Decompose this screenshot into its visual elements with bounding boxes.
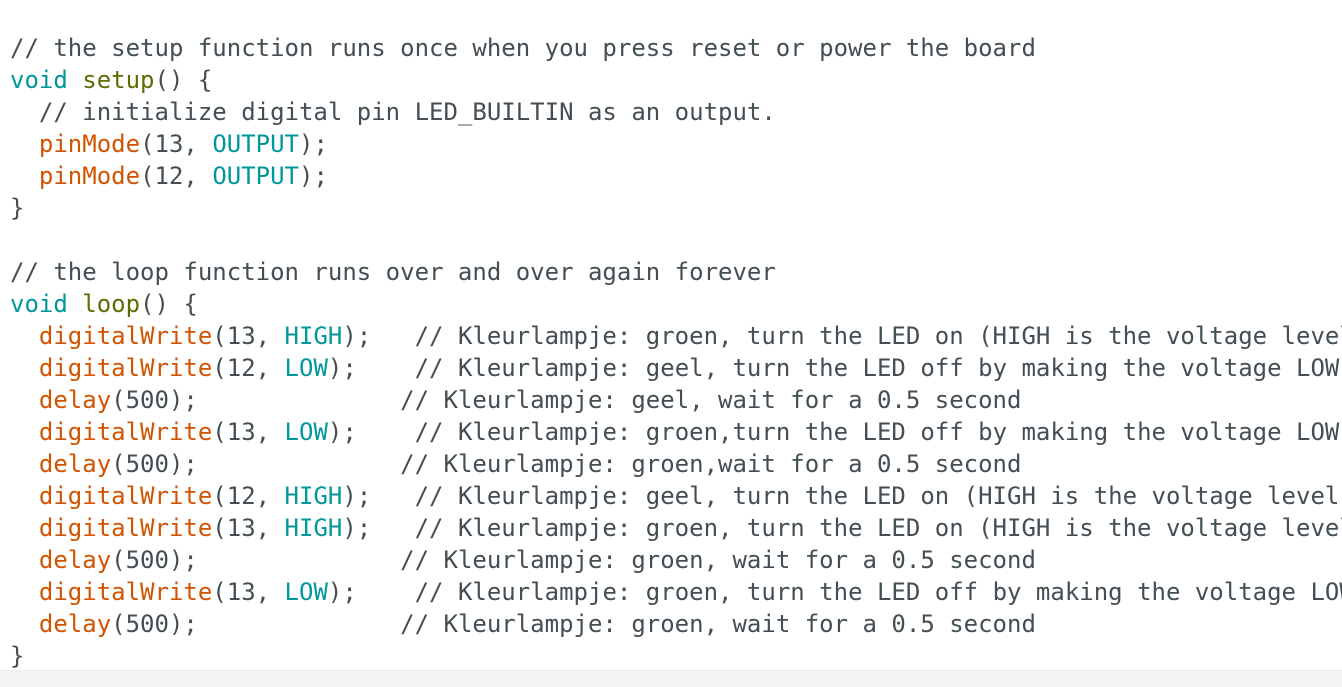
code-token: // the loop function runs over and over … (10, 258, 776, 286)
code-token: void (10, 66, 68, 94)
code-token: digitalWrite (38, 322, 213, 350)
code-token: (13, (212, 418, 285, 446)
code-token: (12, (140, 162, 213, 190)
code-line: // initialize digital pin LED_BUILTIN as… (10, 96, 1342, 128)
code-text-area[interactable]: // the setup function runs once when you… (10, 32, 1342, 670)
code-token: digitalWrite (38, 514, 213, 542)
code-line: delay(500); // Kleurlampje: groen, wait … (10, 544, 1342, 576)
code-token: ); (299, 162, 328, 190)
code-token: ); // Kleurlampje: groen,turn the LED of… (327, 418, 1340, 446)
code-token: (500); // Kleurlampje: groen,wait for a … (111, 450, 1022, 478)
code-editor[interactable]: // the setup function runs once when you… (0, 0, 1342, 670)
code-token: (500); // Kleurlampje: geel, wait for a … (111, 386, 1022, 414)
code-token: pinMode (38, 130, 141, 158)
code-line: pinMode(13, OUTPUT); (10, 128, 1342, 160)
code-line: digitalWrite(13, HIGH); // Kleurlampje: … (10, 512, 1342, 544)
code-token: () { (140, 290, 198, 318)
code-token: ); // Kleurlampje: geel, turn the LED of… (327, 354, 1340, 382)
code-token: () { (154, 66, 213, 94)
code-token: (13, (140, 130, 213, 158)
code-token: digitalWrite (38, 482, 213, 510)
code-token: HIGH (284, 514, 343, 542)
code-token: delay (38, 610, 112, 638)
code-line: } (10, 640, 1342, 670)
code-token: (13, (212, 514, 285, 542)
code-line: pinMode(12, OUTPUT); (10, 160, 1342, 192)
code-line: delay(500); // Kleurlampje: groen, wait … (10, 608, 1342, 640)
code-line: // the setup function runs once when you… (10, 32, 1342, 64)
code-line: delay(500); // Kleurlampje: geel, wait f… (10, 384, 1342, 416)
code-token: HIGH (284, 482, 343, 510)
code-token: delay (38, 386, 112, 414)
code-token: } (10, 642, 25, 670)
code-token: (13, (212, 578, 285, 606)
code-token: OUTPUT (212, 162, 300, 190)
code-token: } (10, 194, 25, 222)
code-line: digitalWrite(12, HIGH); // Kleurlampje: … (10, 480, 1342, 512)
code-token: ); // Kleurlampje: groen, turn the LED o… (342, 514, 1342, 542)
code-token: ); // Kleurlampje: groen, turn the LED o… (327, 578, 1342, 606)
code-token: digitalWrite (38, 418, 213, 446)
editor-bottom-bar (0, 670, 1342, 687)
code-token: ); // Kleurlampje: groen, turn the LED o… (342, 322, 1342, 350)
code-line: digitalWrite(13, LOW); // Kleurlampje: g… (10, 576, 1342, 608)
code-token: pinMode (38, 162, 141, 190)
code-token: // the setup function runs once when you… (10, 34, 1036, 62)
code-line: digitalWrite(13, LOW); // Kleurlampje: g… (10, 416, 1342, 448)
code-line: digitalWrite(12, LOW); // Kleurlampje: g… (10, 352, 1342, 384)
code-token: ); // Kleurlampje: geel, turn the LED on… (342, 482, 1342, 510)
code-token: LOW (284, 418, 328, 446)
code-token: setup (82, 66, 155, 94)
code-line: void loop() { (10, 288, 1342, 320)
code-token: digitalWrite (38, 354, 213, 382)
code-line: // the loop function runs over and over … (10, 256, 1342, 288)
code-token: digitalWrite (38, 578, 213, 606)
code-token: loop (82, 290, 141, 318)
code-token: void (10, 290, 68, 318)
code-line: digitalWrite(13, HIGH); // Kleurlampje: … (10, 320, 1342, 352)
code-line: delay(500); // Kleurlampje: groen,wait f… (10, 448, 1342, 480)
code-token: (500); // Kleurlampje: groen, wait for a… (111, 610, 1036, 638)
code-token: HIGH (284, 322, 343, 350)
code-token: // initialize digital pin LED_BUILTIN as… (10, 98, 776, 126)
code-token: LOW (284, 354, 328, 382)
code-token: delay (38, 546, 112, 574)
code-token: (500); // Kleurlampje: groen, wait for a… (111, 546, 1036, 574)
code-token: (12, (212, 482, 285, 510)
code-token: delay (38, 450, 112, 478)
code-token: LOW (284, 578, 328, 606)
code-line: void setup() { (10, 64, 1342, 96)
code-token: (13, (212, 322, 285, 350)
code-token: OUTPUT (212, 130, 300, 158)
code-line: } (10, 192, 1342, 224)
code-token: ); (299, 130, 328, 158)
code-token: (12, (212, 354, 285, 382)
